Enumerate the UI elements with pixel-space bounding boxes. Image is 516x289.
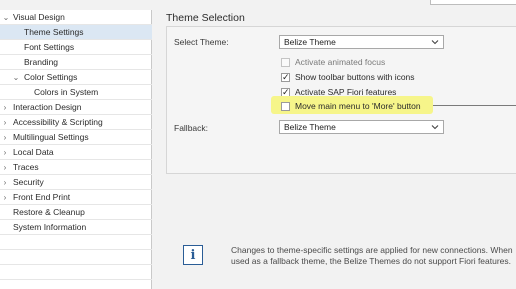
checkmark-icon: ✓ — [282, 71, 290, 82]
checkbox-move-main-menu[interactable] — [281, 101, 290, 111]
chevron-right-icon[interactable]: › — [0, 133, 10, 142]
checkbox-toolbar-icons[interactable]: ✓ — [281, 71, 290, 82]
fallback-label: Fallback: — [174, 123, 209, 133]
nav-empty-row — [0, 250, 152, 265]
search-field-fragment[interactable] — [430, 0, 516, 5]
nav-item-label: Restore & Cleanup — [13, 207, 85, 217]
nav-item-label: Multilingual Settings — [13, 132, 89, 142]
nav-item-label: Accessibility & Scripting — [13, 117, 103, 127]
option-toolbar-icons[interactable]: ✓ Show toolbar buttons with icons — [281, 71, 415, 83]
nav-item-font-settings[interactable]: Font Settings — [0, 40, 152, 55]
chevron-right-icon[interactable]: › — [0, 103, 10, 112]
option-label: Show toolbar buttons with icons — [295, 72, 415, 82]
nav-item-color-settings[interactable]: ⌄ Color Settings — [0, 70, 152, 85]
chevron-down-icon[interactable]: ⌄ — [1, 13, 11, 22]
nav-item-front-end-print[interactable]: › Front End Print — [0, 190, 152, 205]
nav-item-security[interactable]: › Security — [0, 175, 152, 190]
settings-navigation-tree: ⌄ Visual Design Theme Settings Font Sett… — [0, 10, 152, 289]
chevron-right-icon[interactable]: › — [0, 118, 10, 127]
checkmark-icon: ✓ — [282, 86, 290, 97]
chevron-down-icon[interactable] — [430, 122, 440, 132]
nav-empty-row — [0, 265, 152, 280]
nav-empty-row — [0, 235, 152, 250]
nav-item-local-data[interactable]: › Local Data — [0, 145, 152, 160]
nav-item-branding[interactable]: Branding — [0, 55, 152, 70]
chevron-right-icon[interactable]: › — [0, 148, 10, 157]
nav-item-label: Theme Settings — [24, 27, 84, 37]
option-label: Activate animated focus — [295, 57, 386, 67]
nav-item-label: Font Settings — [24, 42, 75, 52]
info-icon: i — [183, 245, 203, 265]
info-message: Changes to theme-specific settings are a… — [231, 245, 513, 266]
nav-item-accessibility-scripting[interactable]: › Accessibility & Scripting — [0, 115, 152, 130]
select-theme-label: Select Theme: — [174, 37, 229, 47]
nav-item-label: Front End Print — [13, 192, 71, 202]
nav-item-label: Interaction Design — [13, 102, 82, 112]
option-move-main-menu[interactable]: Move main menu to 'More' button — [281, 100, 421, 112]
fallback-dropdown[interactable]: Belize Theme — [279, 120, 444, 134]
select-theme-value: Belize Theme — [284, 37, 336, 47]
checkbox-animated-focus[interactable] — [281, 57, 290, 67]
chevron-down-icon[interactable] — [430, 37, 440, 47]
option-label: Move main menu to 'More' button — [295, 101, 421, 111]
nav-item-traces[interactable]: › Traces — [0, 160, 152, 175]
option-animated-focus[interactable]: Activate animated focus — [281, 56, 385, 68]
nav-item-label: Traces — [13, 162, 39, 172]
nav-item-restore-cleanup[interactable]: Restore & Cleanup — [0, 205, 152, 220]
nav-item-label: Visual Design — [13, 12, 65, 22]
chevron-right-icon[interactable]: › — [0, 193, 10, 202]
nav-item-label: Branding — [24, 57, 59, 67]
select-theme-dropdown[interactable]: Belize Theme — [279, 35, 444, 49]
fallback-value: Belize Theme — [284, 122, 336, 132]
section-title: Theme Selection — [166, 12, 245, 24]
chevron-right-icon[interactable]: › — [0, 178, 10, 187]
nav-item-colors-in-system[interactable]: Colors in System — [0, 85, 152, 100]
nav-item-visual-design[interactable]: ⌄ Visual Design — [0, 10, 152, 25]
chevron-down-icon[interactable]: ⌄ — [11, 73, 21, 82]
nav-item-label: System Information — [13, 222, 87, 232]
nav-item-label: Color Settings — [24, 72, 78, 82]
nav-item-label: Local Data — [13, 147, 54, 157]
annotation-line — [433, 105, 516, 106]
nav-item-label: Security — [13, 177, 44, 187]
nav-item-label: Colors in System — [34, 87, 99, 97]
nav-item-theme-settings[interactable]: Theme Settings — [0, 25, 152, 40]
nav-item-interaction-design[interactable]: › Interaction Design — [0, 100, 152, 115]
chevron-right-icon[interactable]: › — [0, 163, 10, 172]
nav-item-system-information[interactable]: System Information — [0, 220, 152, 235]
nav-item-multilingual-settings[interactable]: › Multilingual Settings — [0, 130, 152, 145]
